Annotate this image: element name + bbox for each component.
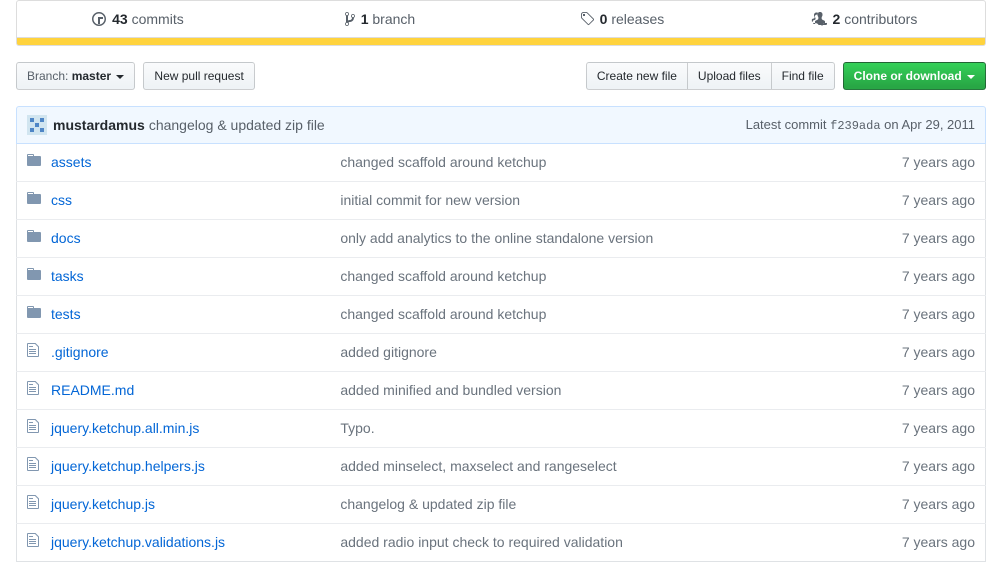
releases-label: releases — [611, 11, 664, 27]
file-navigation: Branch: master New pull request Create n… — [16, 62, 986, 90]
table-row: css initial commit for new version7 years… — [17, 182, 986, 220]
contributors-label: contributors — [844, 11, 917, 27]
table-row: .gitignore added gitignore7 years ago — [17, 334, 986, 372]
history-icon — [92, 11, 106, 27]
commits-stat[interactable]: 43 commits — [17, 1, 259, 37]
people-icon — [811, 11, 827, 27]
table-row: jquery.ketchup.js changelog & updated zip… — [17, 486, 986, 524]
create-file-button[interactable]: Create new file — [586, 62, 688, 90]
file-age: 7 years ago — [866, 372, 986, 410]
file-link[interactable]: .gitignore — [51, 344, 109, 360]
file-age: 7 years ago — [866, 182, 986, 220]
new-pull-request-button[interactable]: New pull request — [143, 62, 254, 90]
table-row: README.md added minified and bundled vers… — [17, 372, 986, 410]
table-row: assets changed scaffold around ketchup7 y… — [17, 144, 986, 182]
commit-message-cell[interactable]: initial commit for new version — [330, 182, 865, 220]
clone-download-button[interactable]: Clone or download — [843, 62, 986, 90]
commit-message-cell[interactable]: added radio input check to required vali… — [330, 524, 865, 562]
latest-commit-bar: mustardamus changelog & updated zip file… — [16, 106, 986, 144]
releases-stat[interactable]: 0 releases — [501, 1, 743, 37]
caret-down-icon — [967, 75, 975, 79]
commit-message-cell[interactable]: changed scaffold around ketchup — [330, 296, 865, 334]
releases-count: 0 — [600, 11, 608, 27]
commit-message-cell[interactable]: added gitignore — [330, 334, 865, 372]
file-icon — [17, 486, 42, 524]
commit-message-cell[interactable]: added minselect, maxselect and rangesele… — [330, 448, 865, 486]
file-link[interactable]: tests — [51, 306, 81, 322]
commit-message-cell[interactable]: changed scaffold around ketchup — [330, 258, 865, 296]
branches-stat[interactable]: 1 branch — [259, 1, 501, 37]
file-link[interactable]: docs — [51, 230, 81, 246]
upload-files-button[interactable]: Upload files — [687, 62, 772, 90]
git-branch-icon — [345, 11, 355, 27]
branches-label: branch — [372, 11, 415, 27]
commits-label: commits — [132, 11, 184, 27]
file-age: 7 years ago — [866, 524, 986, 562]
commit-meta: Latest commit f239ada on Apr 29, 2011 — [746, 117, 975, 133]
table-row: tasks changed scaffold around ketchup7 ye… — [17, 258, 986, 296]
folder-icon — [17, 220, 42, 258]
table-row: jquery.ketchup.helpers.js added minselect… — [17, 448, 986, 486]
file-icon — [17, 334, 42, 372]
file-age: 7 years ago — [866, 448, 986, 486]
folder-icon — [17, 258, 42, 296]
file-age: 7 years ago — [866, 296, 986, 334]
commit-message[interactable]: changelog & updated zip file — [149, 117, 325, 133]
file-age: 7 years ago — [866, 220, 986, 258]
files-table: assetschanged scaffold around ketchup7 y… — [16, 144, 986, 562]
file-link[interactable]: tasks — [51, 268, 84, 284]
language-bar[interactable] — [16, 38, 986, 46]
table-row: tests changed scaffold around ketchup7 ye… — [17, 296, 986, 334]
find-file-button[interactable]: Find file — [771, 62, 835, 90]
branches-count: 1 — [361, 11, 369, 27]
commit-message-cell[interactable]: added minified and bundled version — [330, 372, 865, 410]
tag-icon — [580, 11, 594, 27]
commit-message-cell[interactable]: only add analytics to the online standal… — [330, 220, 865, 258]
file-link[interactable]: jquery.ketchup.js — [51, 496, 155, 512]
commit-date: on Apr 29, 2011 — [881, 117, 975, 132]
commit-message-cell[interactable]: Typo. — [330, 410, 865, 448]
folder-icon — [17, 296, 42, 334]
file-link[interactable]: README.md — [51, 382, 134, 398]
commit-message-cell[interactable]: changelog & updated zip file — [330, 486, 865, 524]
table-row: jquery.ketchup.validations.js added radio… — [17, 524, 986, 562]
file-link[interactable]: assets — [51, 154, 91, 170]
file-age: 7 years ago — [866, 258, 986, 296]
folder-icon — [17, 182, 42, 220]
file-icon — [17, 448, 42, 486]
file-link[interactable]: css — [51, 192, 72, 208]
branch-select-name: master — [72, 69, 111, 83]
avatar[interactable] — [27, 115, 47, 135]
folder-icon — [17, 144, 42, 182]
file-link[interactable]: jquery.ketchup.validations.js — [51, 534, 225, 550]
file-icon — [17, 524, 42, 562]
table-row: docs only add analytics to the online sta… — [17, 220, 986, 258]
branch-select-prefix: Branch: — [27, 69, 72, 83]
caret-down-icon — [116, 75, 124, 79]
clone-download-label: Clone or download — [854, 69, 962, 83]
latest-commit-label: Latest commit — [746, 117, 831, 132]
contributors-stat[interactable]: 2 contributors — [743, 1, 985, 37]
table-row: jquery.ketchup.all.min.js Typo.7 years ag… — [17, 410, 986, 448]
file-icon — [17, 410, 42, 448]
branch-select-button[interactable]: Branch: master — [16, 62, 135, 90]
file-age: 7 years ago — [866, 410, 986, 448]
file-link[interactable]: jquery.ketchup.all.min.js — [51, 420, 199, 436]
commit-sha[interactable]: f239ada — [830, 119, 880, 133]
file-link[interactable]: jquery.ketchup.helpers.js — [51, 458, 205, 474]
commits-count: 43 — [112, 11, 128, 27]
file-actions-group: Create new file Upload files Find file — [586, 62, 835, 90]
contributors-count: 2 — [833, 11, 841, 27]
commit-author[interactable]: mustardamus — [53, 117, 145, 133]
file-age: 7 years ago — [866, 334, 986, 372]
file-age: 7 years ago — [866, 486, 986, 524]
file-age: 7 years ago — [866, 144, 986, 182]
file-icon — [17, 372, 42, 410]
repo-stats-bar: 43 commits 1 branch 0 releases 2 contrib… — [16, 0, 986, 38]
commit-message-cell[interactable]: changed scaffold around ketchup — [330, 144, 865, 182]
